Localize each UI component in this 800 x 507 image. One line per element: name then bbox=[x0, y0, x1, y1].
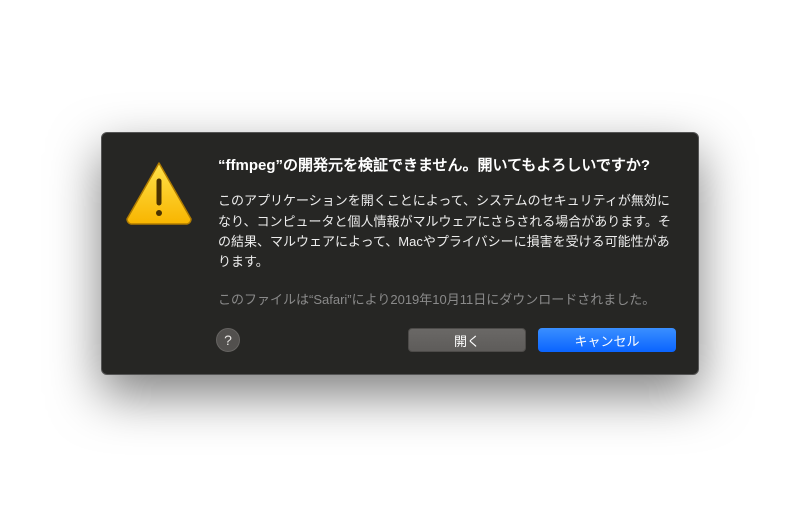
cancel-button[interactable]: キャンセル bbox=[538, 328, 676, 352]
download-source-note: このファイルは“Safari”により2019年10月11日にダウンロードされまし… bbox=[218, 290, 676, 310]
button-row: ? 開く キャンセル bbox=[218, 328, 676, 352]
open-button[interactable]: 開く bbox=[408, 328, 526, 352]
gatekeeper-warning-dialog: “ffmpeg”の開発元を検証できません。開いてもよろしいですか? このアプリケ… bbox=[101, 132, 699, 375]
dialog-content: “ffmpeg”の開発元を検証できません。開いてもよろしいですか? このアプリケ… bbox=[124, 155, 676, 352]
dialog-title: “ffmpeg”の開発元を検証できません。開いてもよろしいですか? bbox=[218, 155, 676, 178]
help-button[interactable]: ? bbox=[216, 328, 240, 352]
icon-column bbox=[124, 155, 194, 352]
warning-icon bbox=[124, 161, 194, 225]
text-column: “ffmpeg”の開発元を検証できません。開いてもよろしいですか? このアプリケ… bbox=[218, 155, 676, 352]
dialog-body: このアプリケーションを開くことによって、システムのセキュリティが無効になり、コン… bbox=[218, 191, 676, 272]
